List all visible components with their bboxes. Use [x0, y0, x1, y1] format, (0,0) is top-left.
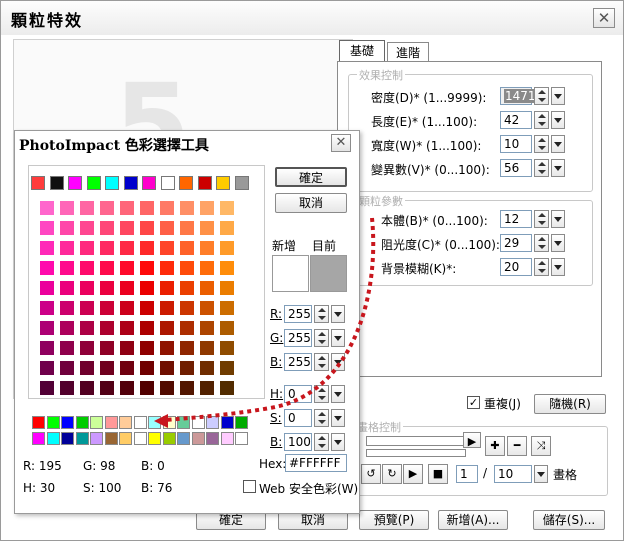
annotation-arrow: [154, 217, 376, 428]
